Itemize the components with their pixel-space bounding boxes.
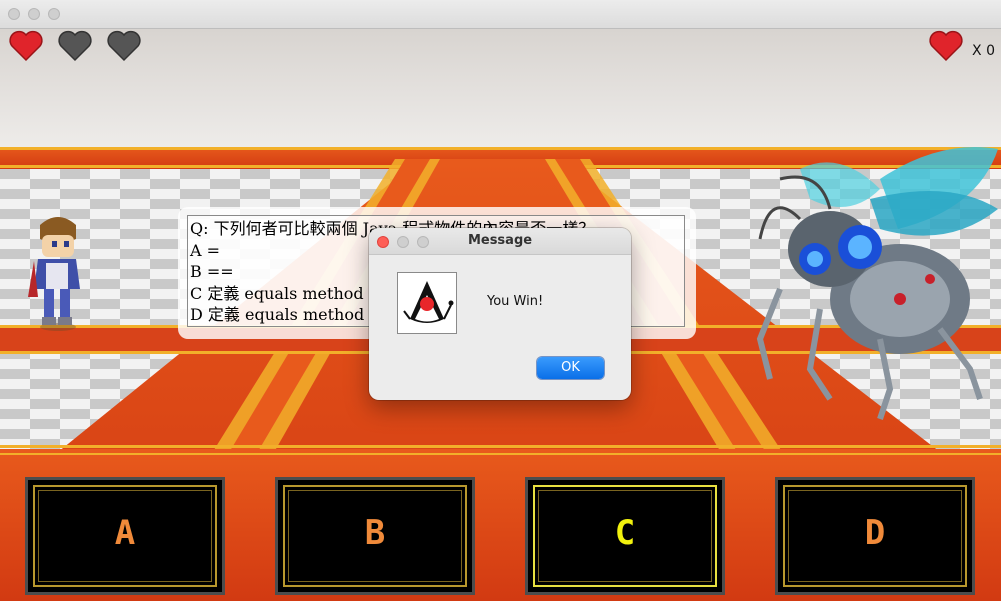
answer-label: C (614, 513, 636, 553)
dialog-message: You Win! (487, 294, 544, 309)
window-minimize-button[interactable] (28, 8, 40, 20)
game-window: X 0 Q: 下列何者可比較兩個 Java 程式物件的內容是否一樣？ A = B… (0, 0, 1001, 601)
message-dialog: Message You Win! OK (369, 228, 631, 400)
score-counter: X 0 (972, 43, 995, 59)
java-duke-icon (397, 272, 457, 334)
dialog-close-button[interactable] (377, 236, 389, 248)
lost-life-heart-icon (58, 30, 92, 62)
answer-button-c[interactable]: C (525, 477, 725, 595)
ok-button[interactable]: OK (537, 357, 604, 379)
answer-button-d[interactable]: D (775, 477, 975, 595)
answer-label: B (364, 513, 386, 553)
answer-label: A (114, 513, 136, 553)
life-heart-icon (9, 30, 43, 62)
dialog-minimize-button[interactable] (397, 236, 409, 248)
window-zoom-button[interactable] (48, 8, 60, 20)
dialog-zoom-button[interactable] (417, 236, 429, 248)
answer-button-b[interactable]: B (275, 477, 475, 595)
lost-life-heart-icon (107, 30, 141, 62)
window-titlebar (0, 0, 1001, 29)
score-heart-icon (929, 30, 963, 62)
answer-label: D (864, 513, 886, 553)
answer-button-a[interactable]: A (25, 477, 225, 595)
window-close-button[interactable] (8, 8, 20, 20)
